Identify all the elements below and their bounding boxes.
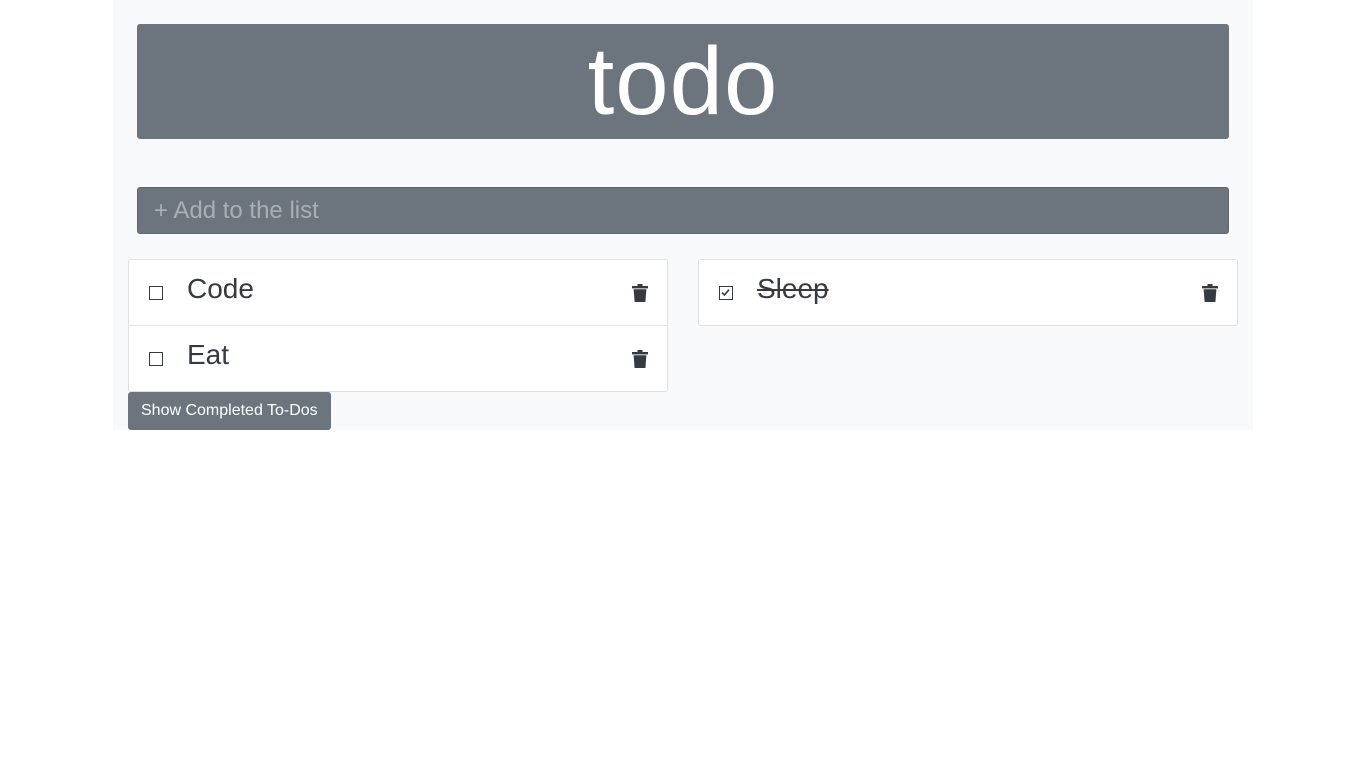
active-todo-list: Code Eat xyxy=(128,259,668,392)
todo-checkbox[interactable] xyxy=(149,286,163,300)
add-todo-input[interactable] xyxy=(137,187,1229,234)
trash-icon[interactable] xyxy=(632,350,648,368)
todo-label: Sleep xyxy=(757,273,829,304)
trash-icon[interactable] xyxy=(1202,284,1218,302)
todo-checkbox[interactable] xyxy=(719,286,733,300)
todo-label: Eat xyxy=(187,339,230,370)
app-title: todo xyxy=(587,27,779,135)
todo-checkbox[interactable] xyxy=(149,352,163,366)
todo-label: Code xyxy=(187,273,254,304)
checked-square-icon xyxy=(721,289,730,297)
trash-icon[interactable] xyxy=(632,284,648,302)
show-completed-button[interactable]: Show Completed To-Dos xyxy=(128,392,331,430)
todo-item: Code xyxy=(129,260,667,326)
todo-item: Eat xyxy=(129,326,667,391)
app-container: todo Code Eat xyxy=(113,0,1253,430)
app-header: todo xyxy=(137,24,1229,139)
todo-item: Sleep xyxy=(699,260,1237,325)
completed-todo-list: Sleep xyxy=(698,259,1238,326)
